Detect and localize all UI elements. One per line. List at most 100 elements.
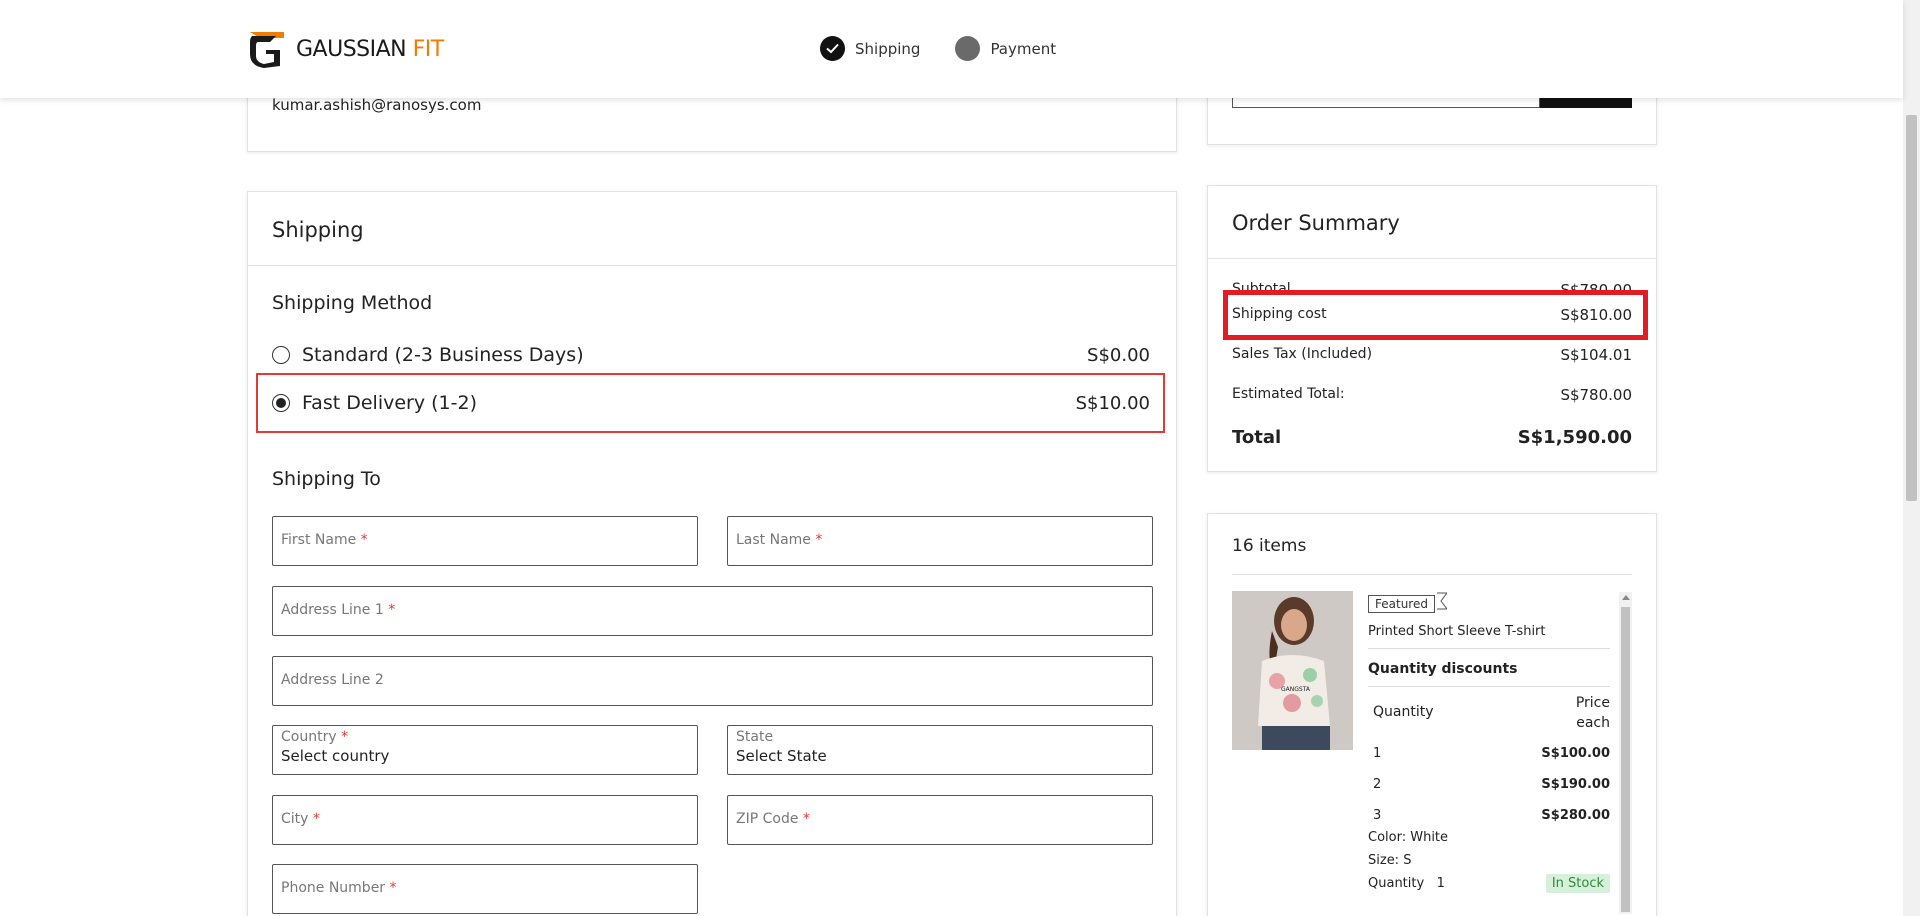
city-field[interactable]: City *: [272, 795, 698, 845]
method-label: Standard (2-3 Business Days): [302, 344, 584, 366]
summary-label: Estimated Total:: [1232, 386, 1345, 402]
tier-price: S$100.00: [1541, 745, 1610, 761]
required-mark: *: [312, 811, 320, 827]
method-price: S$10.00: [1075, 392, 1150, 414]
divider: [1232, 574, 1632, 575]
field-label: State: [736, 729, 774, 745]
discount-row: 1 S$100.00: [1368, 742, 1610, 764]
discount-table-header: Quantity Price each: [1368, 693, 1610, 733]
cart-items-card: 16 items GANGSTA Featured Printed Short …: [1207, 513, 1657, 916]
product-color: Color: White: [1368, 830, 1449, 845]
product-image[interactable]: GANGSTA: [1232, 591, 1353, 750]
product-quantity-row: Quantity 1 In Stock: [1368, 874, 1610, 893]
site-header: GAUSSIAN FIT Shipping Payment: [0, 0, 1903, 98]
field-placeholder: First Name: [281, 532, 357, 548]
tier-qty: 3: [1373, 807, 1382, 823]
zip-code-field[interactable]: ZIP Code *: [727, 795, 1153, 845]
summary-shipping-row: Shipping cost S$810.00: [1232, 306, 1632, 324]
ribbon-icon: [1436, 592, 1447, 610]
summary-label: Shipping cost: [1232, 306, 1327, 322]
contact-email: kumar.ashish@ranosys.com: [272, 96, 482, 114]
total-label: Total: [1232, 427, 1282, 448]
page-scrollbar-thumb[interactable]: [1906, 115, 1917, 501]
brand-logo[interactable]: GAUSSIAN FIT: [246, 27, 444, 71]
quantity-discounts-title: Quantity discounts: [1368, 661, 1518, 677]
radio-button[interactable]: [272, 346, 290, 364]
method-price: S$0.00: [1087, 344, 1150, 366]
tier-qty: 2: [1373, 776, 1382, 792]
col-price: Price: [1575, 695, 1610, 711]
tier-price: S$190.00: [1541, 776, 1610, 792]
step-label: Payment: [990, 39, 1057, 58]
stock-badge: In Stock: [1545, 874, 1610, 893]
summary-value: S$104.01: [1560, 346, 1632, 364]
quantity-value: 1: [1436, 876, 1445, 891]
items-scrollbar-thumb[interactable]: [1621, 607, 1630, 912]
select-value: Select country: [281, 747, 390, 765]
step-shipping[interactable]: Shipping: [820, 36, 920, 61]
required-mark: *: [388, 602, 396, 618]
last-name-field[interactable]: Last Name *: [727, 516, 1153, 566]
field-placeholder: Address Line 2: [281, 672, 384, 688]
shipping-to-title: Shipping To: [272, 468, 381, 490]
checkout-steps: Shipping Payment: [820, 36, 1091, 61]
items-scrollbar[interactable]: [1619, 592, 1632, 914]
shirt-print: GANGSTA: [1281, 686, 1311, 693]
radio-button[interactable]: [272, 394, 290, 412]
summary-total-row: Total S$1,590.00: [1232, 427, 1632, 448]
shipping-card: Shipping Shipping Method Standard (2-3 B…: [247, 191, 1177, 916]
product-details: Featured Printed Short Sleeve T-shirt Qu…: [1368, 591, 1610, 893]
col-quantity: Quantity: [1373, 704, 1434, 720]
product-name[interactable]: Printed Short Sleeve T-shirt: [1368, 624, 1610, 639]
summary-tax-row: Sales Tax (Included) S$104.01: [1232, 346, 1632, 364]
divider: [1368, 648, 1610, 649]
step-payment[interactable]: Payment: [955, 36, 1056, 61]
field-placeholder: Address Line 1: [281, 602, 384, 618]
check-icon: [820, 36, 845, 61]
summary-label: Sales Tax (Included): [1232, 346, 1373, 362]
order-summary-title: Order Summary: [1232, 211, 1400, 235]
field-placeholder: City: [281, 811, 309, 827]
method-label: Fast Delivery (1-2): [302, 392, 477, 414]
field-placeholder: ZIP Code: [736, 811, 799, 827]
discount-row: 3 S$280.00: [1368, 804, 1610, 826]
discount-row: 2 S$190.00: [1368, 773, 1610, 795]
order-summary-card: Order Summary Subtotal S$780.00 Shipping…: [1207, 185, 1657, 472]
brand-accent: FIT: [412, 36, 445, 62]
divider: [248, 265, 1176, 266]
address-line2-field[interactable]: Address Line 2: [272, 656, 1153, 706]
tier-qty: 1: [1373, 745, 1382, 761]
state-select[interactable]: State Select State: [727, 725, 1153, 775]
step-dot-icon: [955, 36, 981, 61]
required-mark: *: [802, 811, 810, 827]
first-name-field[interactable]: First Name *: [272, 516, 698, 566]
scroll-up-icon[interactable]: [1622, 595, 1630, 600]
step-label: Shipping: [855, 39, 921, 58]
shipping-method-standard[interactable]: Standard (2-3 Business Days) S$0.00: [272, 335, 1150, 375]
product-size: Size: S: [1368, 853, 1412, 868]
featured-badge: Featured: [1368, 595, 1435, 613]
phone-number-field[interactable]: Phone Number *: [272, 864, 698, 914]
shipping-title: Shipping: [272, 218, 364, 242]
required-mark: *: [815, 532, 823, 548]
field-label: Country: [281, 729, 337, 745]
required-mark: *: [360, 532, 368, 548]
country-select[interactable]: Country * Select country: [272, 725, 698, 775]
items-count: 16 items: [1232, 536, 1307, 556]
required-mark: *: [341, 729, 349, 745]
summary-value: S$780.00: [1560, 386, 1632, 404]
divider: [1368, 686, 1610, 687]
divider: [1208, 258, 1656, 259]
field-placeholder: Last Name: [736, 532, 811, 548]
address-line1-field[interactable]: Address Line 1 *: [272, 586, 1153, 636]
shipping-method-fast[interactable]: Fast Delivery (1-2) S$10.00: [272, 383, 1150, 423]
summary-value: S$810.00: [1560, 306, 1632, 324]
total-value: S$1,590.00: [1517, 427, 1632, 448]
field-placeholder: Phone Number: [281, 880, 386, 896]
shipping-method-title: Shipping Method: [272, 292, 433, 314]
required-mark: *: [389, 880, 397, 896]
brand-name: GAUSSIAN: [296, 36, 407, 62]
select-value: Select State: [736, 747, 827, 765]
quantity-label: Quantity: [1368, 876, 1425, 891]
summary-estimated-row: Estimated Total: S$780.00: [1232, 386, 1632, 404]
